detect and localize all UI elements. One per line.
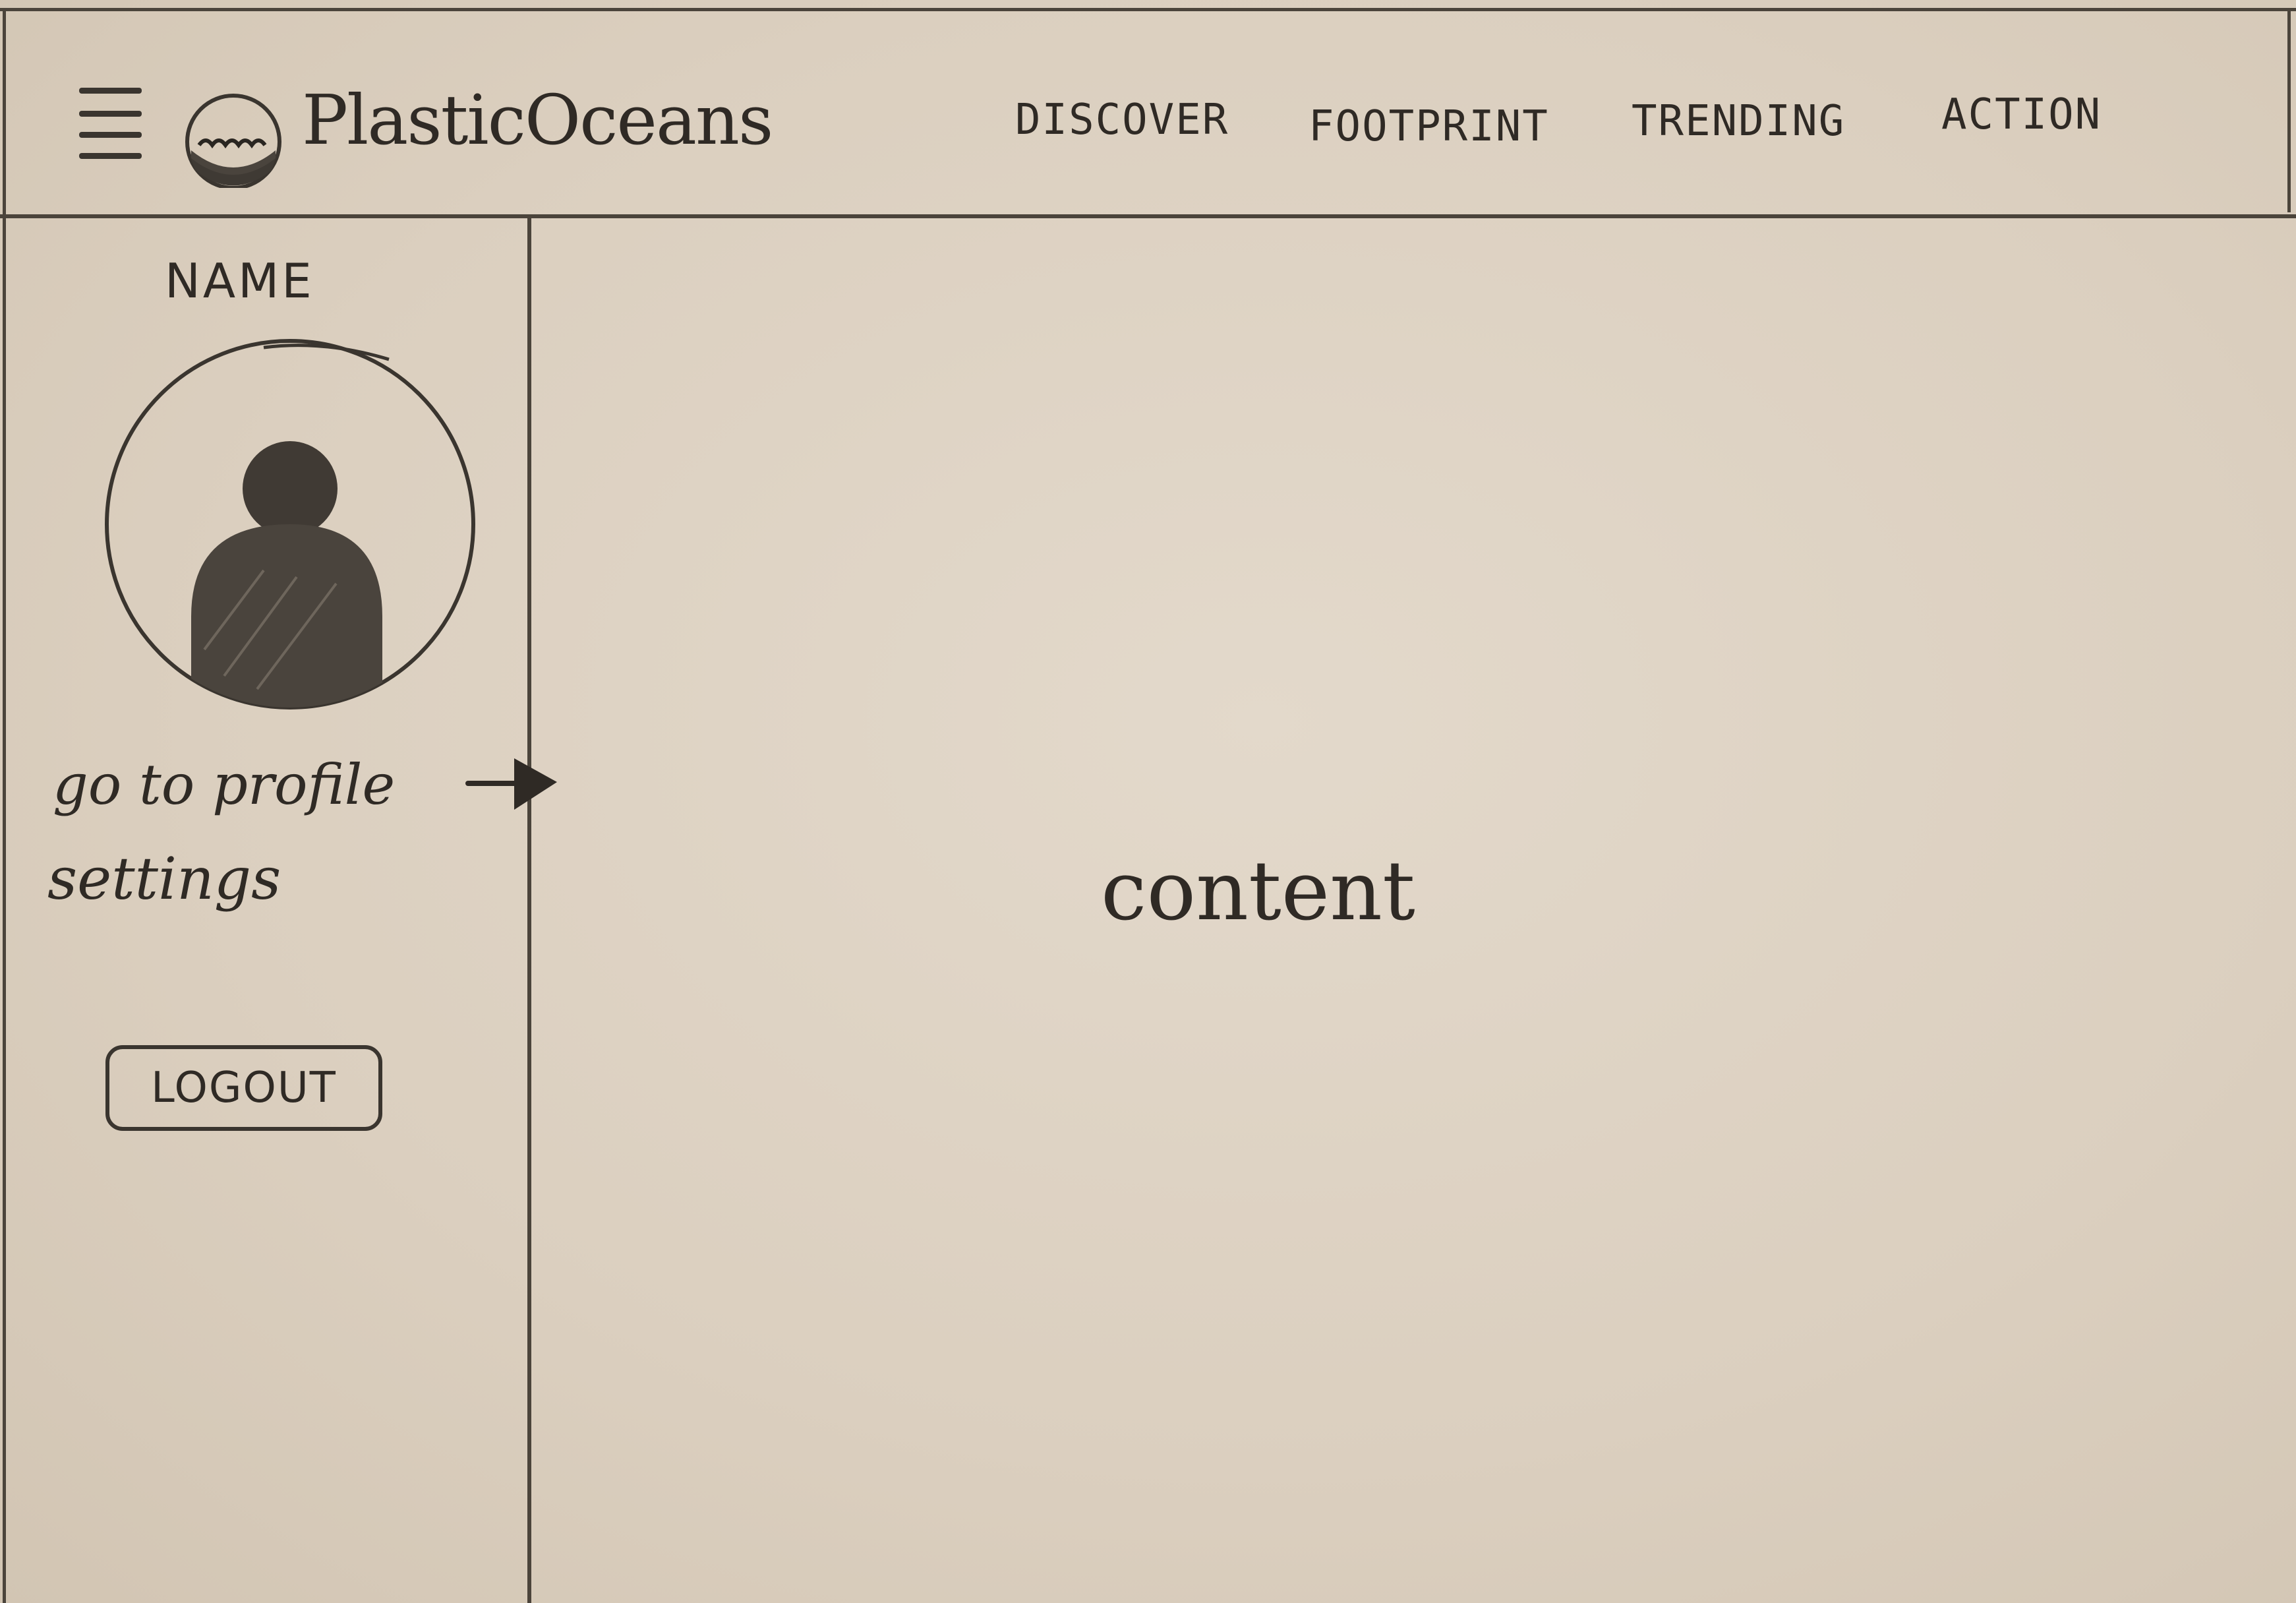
nav-action[interactable]: ACTION (1941, 94, 2102, 136)
go-to-profile-label: go to profile (53, 752, 396, 817)
logout-button[interactable]: LOGOUT (105, 1045, 382, 1131)
profile-name: NAME (165, 253, 314, 309)
header-divider (0, 214, 2296, 218)
nav-trending[interactable]: TRENDING (1632, 100, 1845, 142)
nav-footprint[interactable]: FOOTPRINT (1309, 106, 1549, 148)
go-to-profile-link[interactable]: go to profile (53, 752, 557, 824)
content-placeholder: content (1101, 844, 1415, 939)
arrow-right-icon (465, 758, 557, 810)
sidebar-divider (527, 218, 531, 1603)
hamburger-menu-icon[interactable] (79, 84, 145, 164)
right-border (2287, 8, 2291, 212)
sketch-paper: PlasticOceans DISCOVER FOOTPRINT TRENDIN… (0, 0, 2296, 1603)
brand-name[interactable]: PlasticOceans (302, 86, 773, 154)
user-avatar-icon[interactable] (99, 333, 481, 715)
ocean-globe-logo-icon[interactable] (179, 92, 287, 188)
nav-discover[interactable]: DISCOVER (1015, 99, 1229, 141)
left-border (3, 8, 6, 1603)
settings-link[interactable]: settings (47, 844, 281, 914)
top-border (0, 8, 2296, 11)
